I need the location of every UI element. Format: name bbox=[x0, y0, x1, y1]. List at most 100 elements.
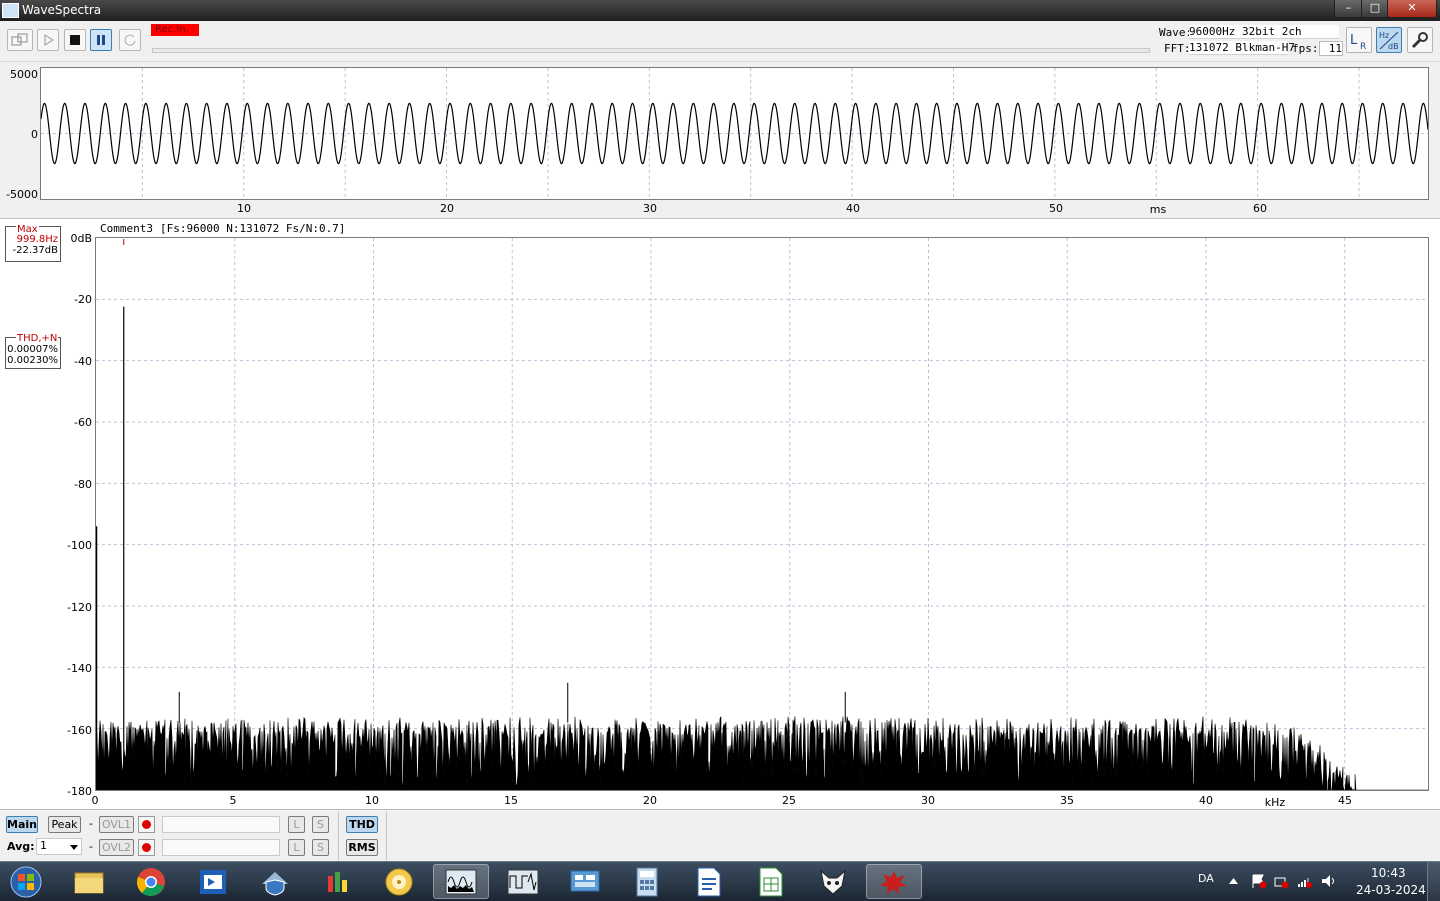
thd-label: THD,+N bbox=[16, 333, 59, 344]
spectrum-comment: Comment3 bbox=[100, 222, 153, 235]
taskbar-writer[interactable] bbox=[683, 864, 735, 899]
colors-app-icon bbox=[328, 871, 347, 892]
wave-label: Wave: bbox=[1159, 26, 1193, 39]
start-button[interactable] bbox=[2, 864, 50, 899]
main-button[interactable]: Main bbox=[6, 816, 38, 833]
fft-size-value: 131072 Blkman-H7 bbox=[1189, 41, 1295, 55]
play-button[interactable] bbox=[37, 29, 59, 51]
svg-text:R: R bbox=[1360, 42, 1366, 51]
clock-date[interactable]: 24-03-2024 bbox=[1356, 883, 1426, 897]
repeat-button[interactable] bbox=[119, 29, 141, 51]
svg-text:Hz: Hz bbox=[1379, 31, 1389, 40]
ovl1-indicator: OVL1 bbox=[99, 816, 134, 833]
pause-button[interactable] bbox=[90, 29, 112, 51]
loop-icon bbox=[11, 33, 28, 46]
spec-y-tick: -140 bbox=[67, 662, 92, 675]
rms-button[interactable]: RMS bbox=[346, 839, 378, 856]
network-shield-icon bbox=[262, 871, 288, 896]
taskbar-explorer[interactable] bbox=[63, 864, 115, 899]
thd-button[interactable]: THD bbox=[346, 816, 378, 833]
ch2-s-button[interactable]: S bbox=[312, 839, 329, 856]
spec-y-tick: -60 bbox=[74, 416, 92, 429]
spec-y-tick: -120 bbox=[67, 601, 92, 614]
avg-value: 1 bbox=[40, 839, 47, 852]
power-icon[interactable] bbox=[1273, 873, 1289, 889]
lr-channel-button[interactable]: LR bbox=[1346, 27, 1372, 53]
writer-doc-icon bbox=[697, 867, 721, 896]
stop-button[interactable] bbox=[64, 29, 86, 51]
maximize-button[interactable]: □ bbox=[1361, 0, 1389, 18]
ch1-level-meter bbox=[162, 816, 280, 833]
ch1-s-button[interactable]: S bbox=[312, 816, 329, 833]
spec-x-tick: 35 bbox=[1060, 794, 1074, 807]
thdn-value: 0.00230% bbox=[7, 355, 58, 366]
spectrum-plot[interactable] bbox=[95, 237, 1429, 791]
spectrum-svg bbox=[96, 238, 1428, 790]
record-ch1-button[interactable] bbox=[138, 816, 155, 833]
taskbar-wavegene[interactable] bbox=[497, 864, 549, 899]
ch1-l-button[interactable]: L bbox=[288, 816, 305, 833]
max-label: Max bbox=[16, 224, 39, 235]
taskbar-colors[interactable] bbox=[311, 864, 363, 899]
volume-icon[interactable] bbox=[1321, 873, 1337, 889]
spec-x-tick: 15 bbox=[504, 794, 518, 807]
record-dot-icon bbox=[142, 820, 151, 829]
taskbar-calc-sheet[interactable] bbox=[745, 864, 797, 899]
minimize-button[interactable]: – bbox=[1334, 0, 1363, 18]
avg-label: Avg: bbox=[7, 840, 35, 853]
spec-x-tick: 20 bbox=[643, 794, 657, 807]
divider bbox=[338, 812, 339, 860]
spec-y-tick: -40 bbox=[74, 355, 92, 368]
show-hidden-icons-icon[interactable] bbox=[1229, 878, 1238, 884]
avg-select[interactable]: 1 bbox=[36, 838, 82, 855]
wave-y-tick: 5000 bbox=[10, 68, 38, 81]
record-dot-icon bbox=[142, 843, 151, 852]
wave-x-tick: 10 bbox=[237, 202, 251, 215]
wave-info: Wave: 96000Hz 32bit 2ch bbox=[1159, 25, 1339, 39]
lr-channel-icon: LR bbox=[1350, 33, 1366, 51]
taskbar-red-splat[interactable] bbox=[866, 864, 922, 899]
divider bbox=[386, 812, 387, 860]
spec-x-tick: 25 bbox=[782, 794, 796, 807]
remote-app-icon bbox=[200, 869, 226, 894]
app-icon bbox=[2, 3, 19, 18]
spec-x-tick: 45 bbox=[1338, 794, 1352, 807]
separator-dash: - bbox=[89, 817, 93, 830]
taskbar-calculator[interactable] bbox=[621, 864, 673, 899]
taskbar-cd-ripper[interactable] bbox=[373, 864, 425, 899]
taskbar-network[interactable] bbox=[249, 864, 301, 899]
wave-x-tick: 30 bbox=[643, 202, 657, 215]
close-button[interactable]: ✕ bbox=[1387, 0, 1437, 18]
ch2-level-meter bbox=[162, 839, 280, 856]
taskbar-remote[interactable] bbox=[187, 864, 239, 899]
network-icon[interactable] bbox=[1297, 873, 1313, 889]
noise-floor-trace bbox=[96, 716, 1428, 790]
rec-input-indicator: Rec.In. bbox=[151, 24, 199, 36]
show-desktop-button[interactable] bbox=[1427, 862, 1440, 901]
settings-button[interactable] bbox=[1407, 27, 1433, 53]
control-panel-icon bbox=[570, 870, 600, 891]
clock-time[interactable]: 10:43 bbox=[1371, 866, 1406, 880]
taskbar-control-panel[interactable] bbox=[559, 864, 611, 899]
taskbar-fox-app[interactable] bbox=[807, 864, 859, 899]
wavegene-icon bbox=[507, 869, 539, 894]
settings-wrench-icon bbox=[1411, 32, 1428, 49]
hz-db-button[interactable]: Hz dB bbox=[1376, 27, 1402, 53]
waveform-svg bbox=[40, 68, 1429, 199]
fps-label: fps: bbox=[1292, 42, 1319, 55]
hz-db-icon: Hz dB bbox=[1379, 31, 1399, 51]
position-slider[interactable] bbox=[152, 48, 1150, 53]
waveform-plot[interactable] bbox=[40, 67, 1429, 200]
language-indicator[interactable]: DA bbox=[1198, 872, 1214, 885]
loop-button[interactable] bbox=[7, 29, 33, 51]
svg-text:dB: dB bbox=[1388, 42, 1399, 51]
action-center-flag-icon[interactable] bbox=[1251, 873, 1267, 889]
taskbar-chrome[interactable] bbox=[125, 864, 177, 899]
peak-button[interactable]: Peak bbox=[48, 816, 81, 833]
record-ch2-button[interactable] bbox=[138, 839, 155, 856]
spec-x-tick: 40 bbox=[1199, 794, 1213, 807]
ch2-l-button[interactable]: L bbox=[288, 839, 305, 856]
svg-text:L: L bbox=[1350, 33, 1358, 48]
spec-y-tick: -80 bbox=[74, 478, 92, 491]
taskbar-wavespectra[interactable] bbox=[433, 864, 489, 899]
